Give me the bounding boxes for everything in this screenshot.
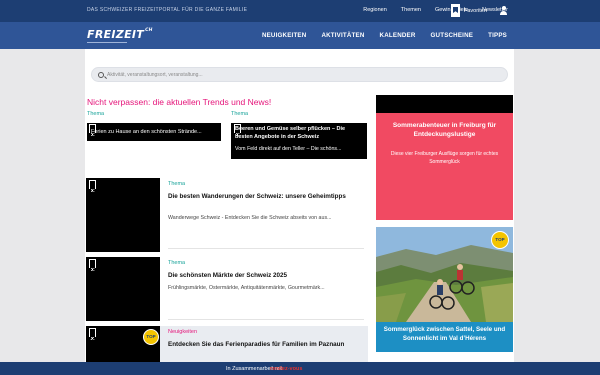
- card-title: Beeren und Gemüse selber pflücken – Die …: [235, 126, 346, 140]
- item-title[interactable]: Entdecken Sie das Ferienparadies für Fam…: [168, 340, 364, 350]
- promo-title: Sommerglück zwischen Sattel, Seele und S…: [376, 322, 513, 352]
- top-badge: TOP: [491, 231, 509, 249]
- nav-item-kalender[interactable]: KALENDER: [380, 32, 416, 39]
- link-regionen[interactable]: Regionen: [363, 7, 387, 13]
- item-tag: Thema: [168, 260, 186, 266]
- bookmark-icon: [451, 4, 460, 17]
- item-title[interactable]: Die schönsten Märkte der Schweiz 2025: [168, 271, 364, 281]
- card-text: Ferien zu Hause an den schönsten Strände…: [91, 129, 202, 135]
- nav-item-aktivitaeten[interactable]: AKTIVITÄTEN: [321, 32, 364, 39]
- user-icon[interactable]: [499, 6, 508, 16]
- logo-underline: [87, 42, 127, 43]
- nav-item-tipps[interactable]: TIPPS: [488, 32, 507, 39]
- list-item[interactable]: Thema Die schönsten Märkte der Schweiz 2…: [86, 257, 368, 321]
- item-thumbnail: [86, 178, 160, 252]
- section-heading: Nicht verpassen: die aktuellen Trends un…: [87, 97, 272, 107]
- nav-item-neuigkeiten[interactable]: NEUIGKEITEN: [262, 32, 307, 39]
- partner-bar: In Zusammenarbeit mit rendez-vous: [0, 362, 600, 375]
- promo-image: [376, 95, 513, 113]
- link-themen[interactable]: Themen: [401, 7, 421, 13]
- item-tag: Neuigkeiten: [168, 329, 198, 335]
- site-logo[interactable]: FREIZEITCH: [87, 28, 153, 41]
- top-utility-bar: DAS SCHWEIZER FREIZEITPORTAL FÜR DIE GAN…: [0, 0, 600, 22]
- item-divider: [168, 319, 364, 320]
- favorites-button[interactable]: Favoriten: [451, 4, 487, 17]
- promo-card-val-dherens[interactable]: TOP Sommerglück zwischen Sattel, Seele u…: [376, 227, 513, 352]
- main-menu: NEUIGKEITEN AKTIVITÄTEN KALENDER GUTSCHE…: [262, 32, 507, 39]
- top-badge: TOP: [143, 329, 159, 345]
- bookmark-icon[interactable]: [88, 259, 96, 271]
- partner-logo[interactable]: rendez-vous: [270, 366, 302, 372]
- card-tag: Thema: [231, 111, 249, 117]
- search-bar: [91, 67, 508, 82]
- list-item[interactable]: TOP Neuigkeiten Entdecken Sie das Ferien…: [86, 326, 368, 362]
- list-item[interactable]: Thema Die besten Wanderungen der Schweiz…: [86, 178, 368, 252]
- bookmark-icon[interactable]: [88, 180, 96, 192]
- item-tag: Thema: [168, 181, 186, 187]
- search-icon[interactable]: [98, 71, 104, 78]
- card-tag: Thema: [87, 111, 105, 117]
- bookmark-icon[interactable]: [88, 328, 96, 340]
- search-input[interactable]: [107, 70, 502, 80]
- item-divider: [168, 248, 364, 249]
- promo-title: Sommerabenteuer in Freiburg für Entdecku…: [392, 122, 497, 138]
- featured-card[interactable]: Thema Beeren und Gemüse selber pflücken …: [231, 111, 367, 161]
- nav-item-gutscheine[interactable]: GUTSCHEINE: [431, 32, 474, 39]
- item-title[interactable]: Die besten Wanderungen der Schweiz: unse…: [168, 192, 364, 202]
- promo-subtitle: Diese vier Freiburger Ausflüge sorgen fü…: [390, 151, 499, 165]
- favorites-label: Favoriten: [464, 7, 487, 14]
- site-tagline: DAS SCHWEIZER FREIZEITPORTAL FÜR DIE GAN…: [87, 7, 248, 13]
- featured-card[interactable]: Thema Ferien zu Hause an den schönsten S…: [87, 111, 221, 143]
- main-navigation: FREIZEITCH NEUIGKEITEN AKTIVITÄTEN KALEN…: [0, 22, 600, 49]
- promo-card-freiburg[interactable]: Sommerabenteuer in Freiburg für Entdecku…: [376, 95, 513, 220]
- item-thumbnail: [86, 257, 160, 321]
- item-description: Frühlingsmärkte, Ostermärkte, Antiquität…: [168, 285, 325, 291]
- item-description: Wanderwege Schweiz - Entdecken Sie die S…: [168, 215, 332, 221]
- card-text: Vom Feld direkt auf den Teller – Die sch…: [235, 146, 342, 152]
